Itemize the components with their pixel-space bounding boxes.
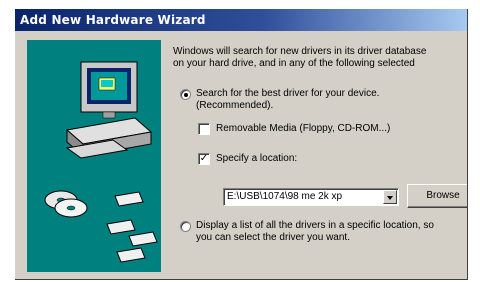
wizard-window: Add New Hardware Wizard Windows will sea…	[14, 8, 467, 279]
intro-line-2: on your hard drive, and in any of the fo…	[173, 58, 415, 69]
search-best-radio[interactable]	[180, 89, 191, 100]
display-list-radio[interactable]	[180, 221, 191, 232]
chevron-down-icon	[387, 196, 393, 200]
search-best-label-2: (Recommended).	[196, 100, 274, 111]
wizard-illustration	[27, 40, 161, 272]
browse-label: Browse	[426, 190, 460, 201]
location-combobox[interactable]: E:\USB\1074\98 me 2k xp	[223, 188, 399, 206]
search-best-label-1[interactable]: Search for the best driver for your devi…	[196, 88, 379, 100]
removable-media-label[interactable]: Removable Media (Floppy, CD-ROM...)	[216, 123, 390, 135]
display-list-label-2: you can select the driver you want.	[196, 232, 350, 243]
specify-location-label[interactable]: Specify a location:	[216, 153, 297, 165]
specify-location-checkbox[interactable]: ✓	[198, 153, 210, 165]
radio-selected-dot	[184, 93, 188, 97]
browse-button[interactable]: Browse	[407, 184, 467, 208]
display-list-label-1[interactable]: Display a list of all the drivers in a s…	[196, 220, 434, 232]
window-title: Add New Hardware Wizard	[20, 13, 206, 27]
checkmark-icon: ✓	[199, 153, 209, 164]
dropdown-arrow-button[interactable]	[383, 190, 397, 204]
intro-line-1: Windows will search for new drivers in i…	[173, 46, 427, 57]
title-bar: Add New Hardware Wizard	[15, 9, 467, 31]
location-value[interactable]: E:\USB\1074\98 me 2k xp	[227, 191, 342, 203]
removable-media-checkbox[interactable]	[198, 123, 210, 135]
floppy-disk-icon	[106, 191, 158, 263]
